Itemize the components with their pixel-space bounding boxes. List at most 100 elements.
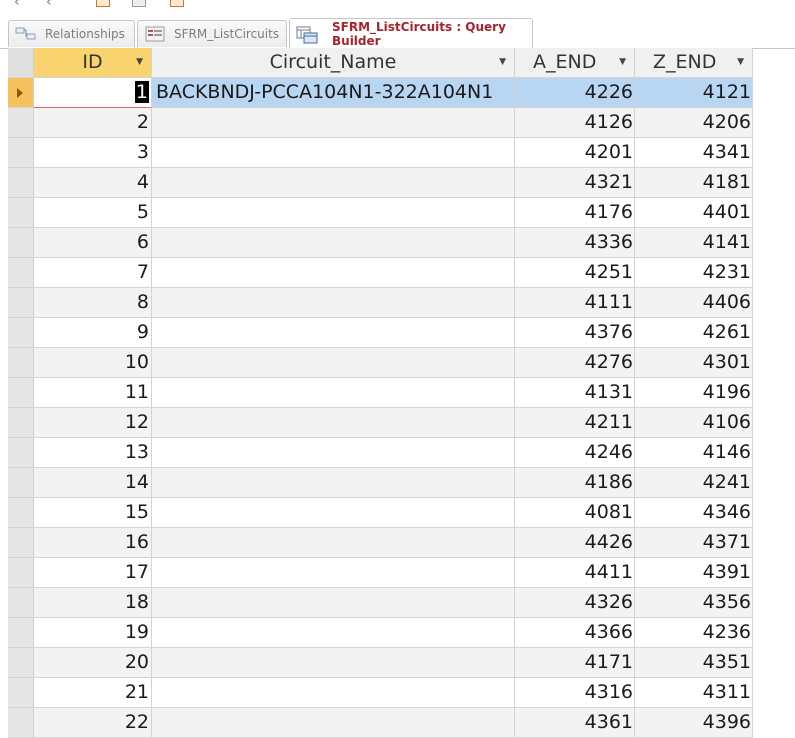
a-end-cell[interactable]: 4321 <box>515 168 635 198</box>
z-end-cell[interactable]: 4401 <box>635 198 753 228</box>
record-selector[interactable] <box>8 618 34 648</box>
z-end-cell[interactable]: 4146 <box>635 438 753 468</box>
record-selector[interactable] <box>8 588 34 618</box>
table-row[interactable]: 8 4111 4406 <box>8 288 753 318</box>
circuit-name-cell[interactable] <box>152 678 515 708</box>
z-end-cell[interactable]: 4241 <box>635 468 753 498</box>
z-end-cell[interactable]: 4346 <box>635 498 753 528</box>
record-selector[interactable] <box>8 558 34 588</box>
id-cell[interactable]: 19 <box>34 618 152 648</box>
sort-filter-icon[interactable]: ▼ <box>619 48 626 77</box>
id-cell[interactable]: 18 <box>34 588 152 618</box>
table-row[interactable]: 10 4276 4301 <box>8 348 753 378</box>
circuit-name-cell[interactable] <box>152 648 515 678</box>
id-cell[interactable]: 7 <box>34 258 152 288</box>
record-selector[interactable] <box>8 258 34 288</box>
table-row[interactable]: 13 4246 4146 <box>8 438 753 468</box>
report-icon[interactable] <box>170 0 184 7</box>
table-row[interactable]: 1 BACKBNDJ-PCCA104N1-322A104N1 4226 4121 <box>8 78 753 108</box>
record-selector[interactable] <box>8 408 34 438</box>
forward-icon[interactable]: ‹ <box>46 0 52 10</box>
a-end-cell[interactable]: 4201 <box>515 138 635 168</box>
table-icon[interactable] <box>96 0 110 7</box>
id-cell[interactable]: 4 <box>34 168 152 198</box>
circuit-name-cell[interactable] <box>152 708 515 738</box>
circuit-name-cell[interactable] <box>152 138 515 168</box>
a-end-cell[interactable]: 4246 <box>515 438 635 468</box>
circuit-name-cell[interactable] <box>152 528 515 558</box>
circuit-name-cell[interactable] <box>152 378 515 408</box>
record-selector[interactable] <box>8 108 34 138</box>
id-cell[interactable]: 13 <box>34 438 152 468</box>
a-end-cell[interactable]: 4226 <box>515 78 635 108</box>
column-header-id[interactable]: ID ▼ <box>34 48 152 78</box>
table-row[interactable]: 4 4321 4181 <box>8 168 753 198</box>
a-end-cell[interactable]: 4111 <box>515 288 635 318</box>
record-selector[interactable] <box>8 648 34 678</box>
z-end-cell[interactable]: 4391 <box>635 558 753 588</box>
column-header-a-end[interactable]: A_END ▼ <box>515 48 635 78</box>
table-row[interactable]: 16 4426 4371 <box>8 528 753 558</box>
circuit-name-cell[interactable] <box>152 498 515 528</box>
table-row[interactable]: 15 4081 4346 <box>8 498 753 528</box>
a-end-cell[interactable]: 4426 <box>515 528 635 558</box>
table-row[interactable]: 21 4316 4311 <box>8 678 753 708</box>
a-end-cell[interactable]: 4316 <box>515 678 635 708</box>
id-cell[interactable]: 17 <box>34 558 152 588</box>
circuit-name-cell[interactable] <box>152 588 515 618</box>
a-end-cell[interactable]: 4326 <box>515 588 635 618</box>
record-selector[interactable] <box>8 228 34 258</box>
circuit-name-cell[interactable] <box>152 558 515 588</box>
circuit-name-cell[interactable] <box>152 198 515 228</box>
id-cell[interactable]: 1 <box>34 78 152 108</box>
record-selector[interactable] <box>8 528 34 558</box>
table-row[interactable]: 3 4201 4341 <box>8 138 753 168</box>
z-end-cell[interactable]: 4301 <box>635 348 753 378</box>
z-end-cell[interactable]: 4261 <box>635 318 753 348</box>
circuit-name-cell[interactable] <box>152 228 515 258</box>
select-all-corner[interactable] <box>8 48 34 78</box>
id-cell[interactable]: 9 <box>34 318 152 348</box>
a-end-cell[interactable]: 4276 <box>515 348 635 378</box>
table-row[interactable]: 11 4131 4196 <box>8 378 753 408</box>
id-cell[interactable]: 16 <box>34 528 152 558</box>
z-end-cell[interactable]: 4106 <box>635 408 753 438</box>
id-cell[interactable]: 15 <box>34 498 152 528</box>
record-selector[interactable] <box>8 378 34 408</box>
sort-filter-icon[interactable]: ▼ <box>499 48 506 77</box>
circuit-name-cell[interactable] <box>152 618 515 648</box>
column-header-z-end[interactable]: Z_END ▼ <box>635 48 753 78</box>
record-selector[interactable] <box>8 678 34 708</box>
tab-query-builder[interactable]: SFRM_ListCircuits : Query Builder <box>289 18 533 48</box>
table-row[interactable]: 18 4326 4356 <box>8 588 753 618</box>
a-end-cell[interactable]: 4176 <box>515 198 635 228</box>
table-row[interactable]: 6 4336 4141 <box>8 228 753 258</box>
z-end-cell[interactable]: 4406 <box>635 288 753 318</box>
z-end-cell[interactable]: 4356 <box>635 588 753 618</box>
id-cell[interactable]: 12 <box>34 408 152 438</box>
z-end-cell[interactable]: 4311 <box>635 678 753 708</box>
a-end-cell[interactable]: 4081 <box>515 498 635 528</box>
id-cell[interactable]: 11 <box>34 378 152 408</box>
id-cell[interactable]: 10 <box>34 348 152 378</box>
record-selector[interactable] <box>8 318 34 348</box>
circuit-name-cell[interactable] <box>152 258 515 288</box>
circuit-name-cell[interactable] <box>152 468 515 498</box>
table-row[interactable]: 9 4376 4261 <box>8 318 753 348</box>
record-selector[interactable] <box>8 468 34 498</box>
a-end-cell[interactable]: 4251 <box>515 258 635 288</box>
record-selector[interactable] <box>8 708 34 738</box>
circuit-name-cell[interactable] <box>152 318 515 348</box>
id-cell[interactable]: 6 <box>34 228 152 258</box>
z-end-cell[interactable]: 4206 <box>635 108 753 138</box>
circuit-name-cell[interactable]: BACKBNDJ-PCCA104N1-322A104N1 <box>152 78 515 108</box>
id-cell[interactable]: 20 <box>34 648 152 678</box>
record-selector[interactable] <box>8 288 34 318</box>
table-row[interactable]: 7 4251 4231 <box>8 258 753 288</box>
tab-relationships[interactable]: Relationships <box>8 20 135 47</box>
id-cell[interactable]: 14 <box>34 468 152 498</box>
z-end-cell[interactable]: 4236 <box>635 618 753 648</box>
z-end-cell[interactable]: 4196 <box>635 378 753 408</box>
z-end-cell[interactable]: 4371 <box>635 528 753 558</box>
tab-sfrm-listcircuits[interactable]: SFRM_ListCircuits <box>137 20 287 47</box>
